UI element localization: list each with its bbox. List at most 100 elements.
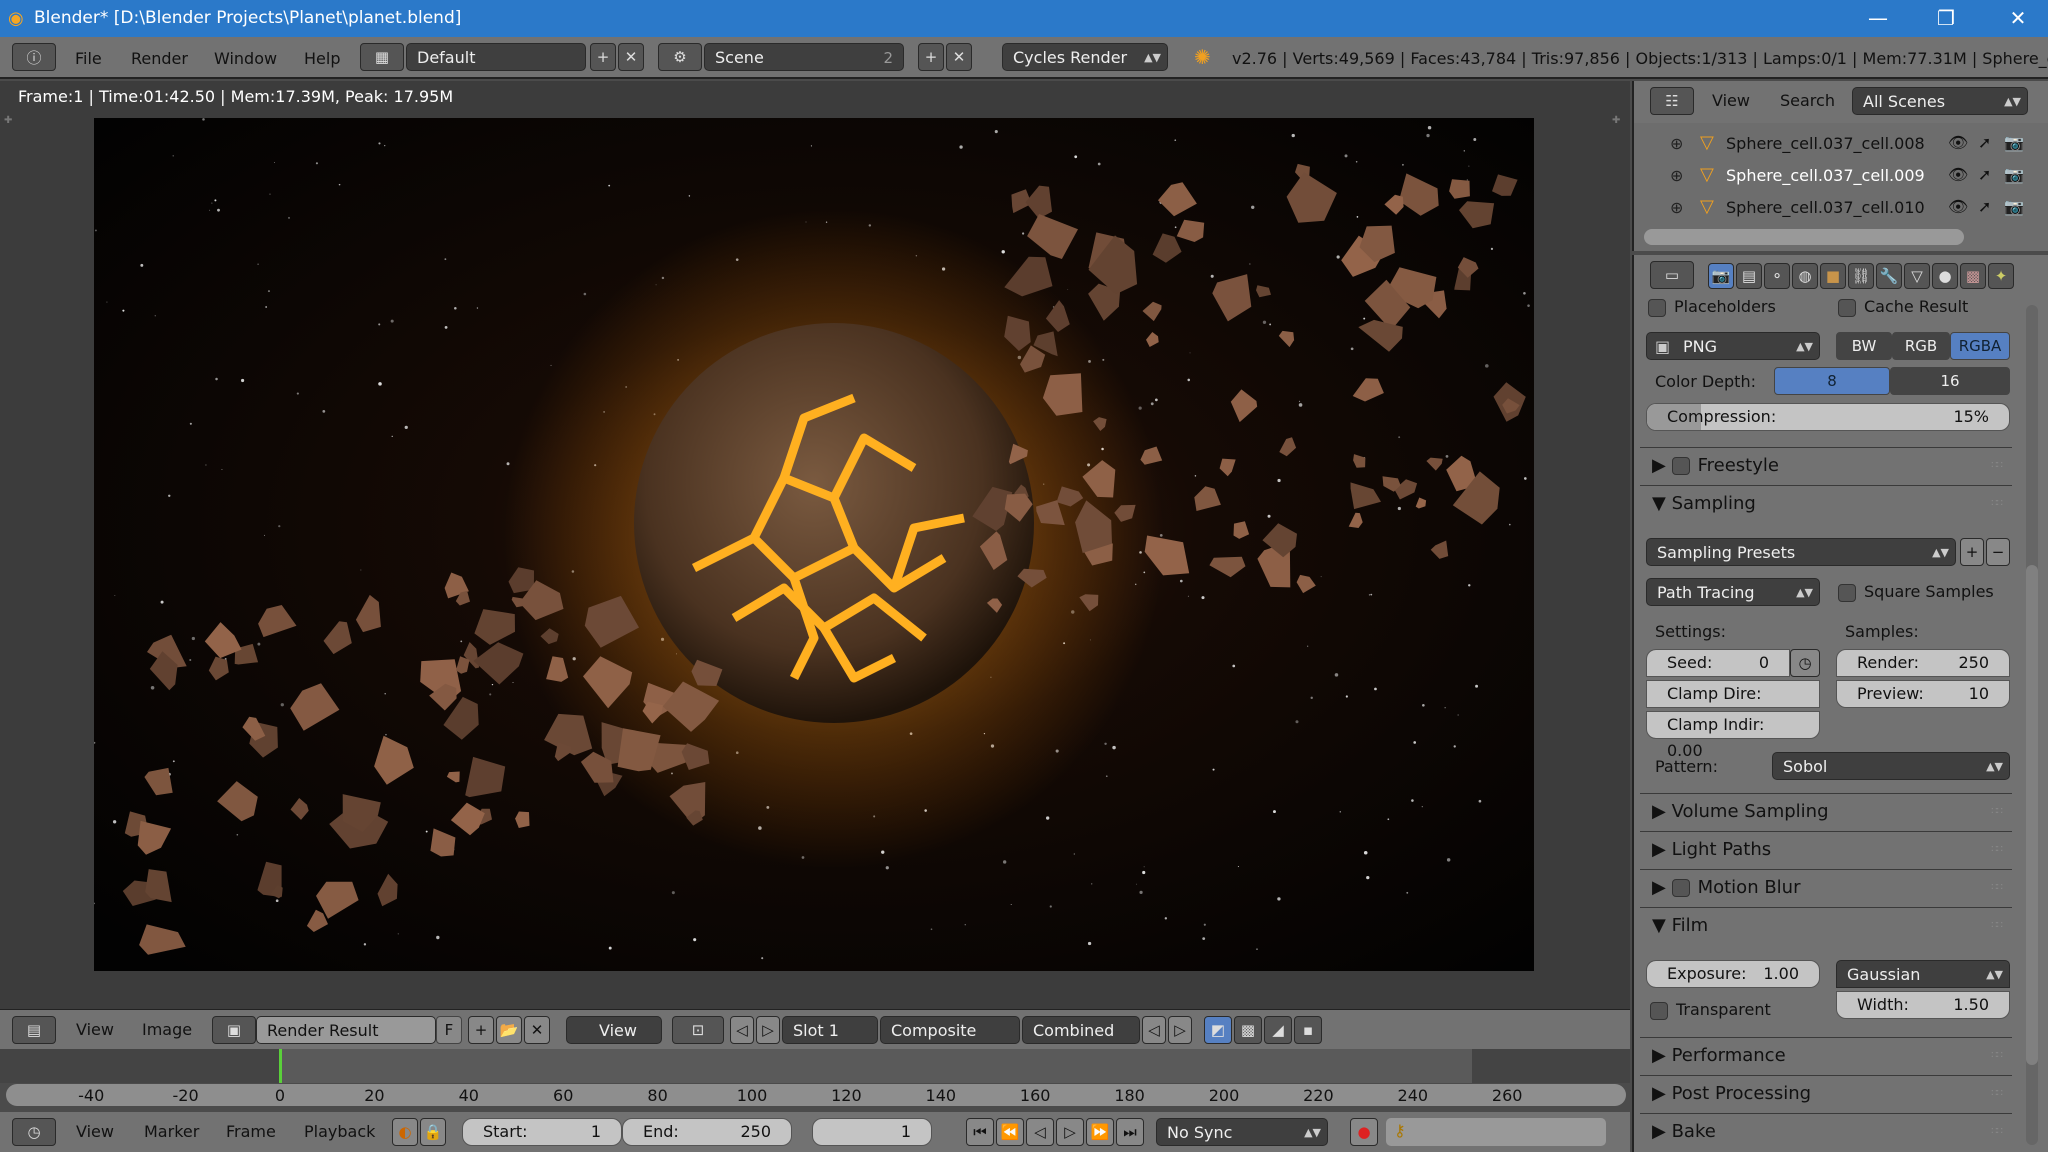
outliner-row[interactable]: ⊕ ▽ Sphere_cell.037_cell.010 👁 ➚ 📷 [1634,193,2034,223]
visibility-eye-icon[interactable]: 👁 [1948,197,1968,216]
bake-panel-header[interactable]: ▶ Bake ∷∷ [1640,1113,2012,1149]
film-panel-header[interactable]: ▼ Film ∷∷ [1640,907,2012,943]
render-layers-tab-icon[interactable]: ▤ [1736,263,1762,289]
renderable-camera-icon[interactable]: 📷 [2004,197,2024,216]
motion-blur-panel-header[interactable]: ▶ Motion Blur ∷∷ [1640,869,2012,905]
particles-tab-icon[interactable]: ✦ [1988,263,2014,289]
texture-tab-icon[interactable]: ▩ [1960,263,1986,289]
color-mode-rgba[interactable]: RGBA [1950,332,2010,360]
material-tab-icon[interactable]: ● [1932,263,1958,289]
open-image-icon[interactable]: 📂 [496,1016,522,1044]
sync-mode-select[interactable]: No Sync ▲▼ [1156,1118,1328,1146]
screen-layout-icon[interactable]: ▦ [360,43,404,71]
exposure-field[interactable]: Exposure: 1.00 [1646,960,1820,988]
pattern-select[interactable]: Sobol ▲▼ [1772,752,2010,780]
selectable-cursor-icon[interactable]: ➚ [1978,133,1991,152]
animated-seed-clock-icon[interactable]: ◷ [1790,649,1820,677]
file-format-select[interactable]: ▣ PNG ▲▼ [1646,332,1820,360]
outliner-row[interactable]: ⊕ ▽ Sphere_cell.037_cell.009 👁 ➚ 📷 [1634,161,2034,191]
menu-frame[interactable]: Frame [226,1122,276,1141]
lock-icon[interactable]: 🔒 [420,1118,446,1146]
scene-tab-icon[interactable]: ⚬ [1764,263,1790,289]
outliner-type-icon[interactable]: ☷ [1650,87,1694,115]
transparent-checkbox[interactable]: Transparent [1650,1000,1771,1020]
clamp-indirect-field[interactable]: Clamp Indir: 0.00 [1646,711,1820,760]
color-depth-16[interactable]: 16 [1890,367,2010,395]
modifiers-tab-icon[interactable]: 🔧 [1876,263,1902,289]
world-tab-icon[interactable]: ◍ [1792,263,1818,289]
outliner-h-scrollbar[interactable] [1644,229,1964,245]
jump-end-icon[interactable]: ⏭ [1116,1118,1144,1146]
menu-view[interactable]: View [76,1020,114,1039]
info-editor-type-icon[interactable]: ⓘ [12,43,56,71]
menu-marker[interactable]: Marker [144,1122,199,1141]
image-browse-icon[interactable]: ▣ [212,1016,256,1044]
render-engine-select[interactable]: Cycles Render ▲▼ [1002,43,1168,71]
performance-panel-header[interactable]: ▶ Performance ∷∷ [1640,1037,2012,1073]
selectable-cursor-icon[interactable]: ➚ [1978,165,1991,184]
render-tab-camera-icon[interactable]: 📷 [1708,263,1734,289]
menu-window[interactable]: Window [214,49,277,68]
record-icon[interactable]: ● [1350,1118,1378,1146]
pivot-icon[interactable]: ⊡ [672,1016,724,1044]
new-image-icon[interactable]: + [468,1016,494,1044]
menu-playback[interactable]: Playback [304,1122,375,1141]
end-frame-field[interactable]: End: 250 [622,1118,792,1146]
region-toggle-icon-right[interactable]: ✚ [1612,115,1620,126]
draw-checker-icon[interactable]: ▩ [1234,1016,1262,1044]
minimize-button[interactable]: — [1848,0,1908,37]
add-layout-icon[interactable]: + [590,43,616,71]
prev-pass-icon[interactable]: ◁ [1142,1016,1166,1044]
object-tab-icon[interactable]: ■ [1820,263,1846,289]
visibility-eye-icon[interactable]: 👁 [1948,165,1968,184]
slot-select[interactable]: Slot 1 [782,1016,878,1044]
scene-icon[interactable]: ⚙ [658,43,702,71]
outliner-search-menu[interactable]: Search [1780,91,1835,110]
outliner-row[interactable]: ⊕ ▽ Sphere_cell.037_cell.008 👁 ➚ 📷 [1634,129,2034,159]
placeholders-checkbox[interactable]: Placeholders [1648,297,1776,317]
sampling-presets-select[interactable]: Sampling Presets ▲▼ [1646,538,1956,566]
post-processing-panel-header[interactable]: ▶ Post Processing ∷∷ [1640,1075,2012,1111]
data-tab-icon[interactable]: ▽ [1904,263,1930,289]
play-icon[interactable]: ▷ [1056,1118,1084,1146]
current-frame-field[interactable]: 1 [812,1118,932,1146]
integrator-select[interactable]: Path Tracing ▲▼ [1646,578,1820,606]
screen-layout-select[interactable]: Default [406,43,586,71]
outliner-view-menu[interactable]: View [1712,91,1750,110]
filter-type-select[interactable]: Gaussian ▲▼ [1836,960,2010,988]
expand-icon[interactable]: ⊕ [1670,166,1683,185]
expand-icon[interactable]: ⊕ [1670,134,1683,153]
menu-image[interactable]: Image [142,1020,192,1039]
seed-field[interactable]: Seed: 0 [1646,649,1790,677]
scene-select[interactable]: Scene 2 [704,43,904,71]
expand-icon[interactable]: ⊕ [1670,198,1683,217]
draw-alpha-icon[interactable]: ◢ [1264,1016,1292,1044]
remove-scene-icon[interactable]: ✕ [946,43,972,71]
light-paths-panel-header[interactable]: ▶ Light Paths ∷∷ [1640,831,2012,867]
editor-type-icon[interactable]: ▤ [12,1016,56,1044]
current-frame-marker[interactable] [279,1049,282,1083]
unlink-image-icon[interactable]: ✕ [524,1016,550,1044]
start-frame-field[interactable]: Start: 1 [462,1118,622,1146]
properties-scrollbar[interactable] [2026,305,2038,1145]
preview-samples-field[interactable]: Preview: 10 [1836,680,2010,708]
region-toggle-icon[interactable]: ✚ [4,115,12,126]
freestyle-panel-header[interactable]: ▶ Freestyle ∷∷ [1640,447,2012,483]
jump-keyframe-back-icon[interactable]: ⏪ [996,1118,1024,1146]
renderable-camera-icon[interactable]: 📷 [2004,165,2024,184]
color-mode-rgb[interactable]: RGB [1892,332,1950,360]
play-reverse-icon[interactable]: ◁ [1026,1118,1054,1146]
image-name-field[interactable]: Render Result [256,1016,436,1044]
selectable-cursor-icon[interactable]: ➚ [1978,197,1991,216]
timeline-ruler[interactable] [6,1084,1626,1106]
keying-set-field[interactable]: ⚷ [1386,1118,1606,1146]
outliner-filter-select[interactable]: All Scenes ▲▼ [1852,87,2028,115]
timeline-track[interactable] [0,1049,1630,1083]
fake-user-button[interactable]: F [436,1016,462,1044]
view-mode-select[interactable]: View [566,1016,662,1044]
preview-range-icon[interactable]: ◐ [392,1118,418,1146]
timeline-editor-type-icon[interactable]: ◷ [12,1118,56,1146]
next-pass-icon[interactable]: ▷ [1168,1016,1192,1044]
volume-sampling-panel-header[interactable]: ▶ Volume Sampling ∷∷ [1640,793,2012,829]
next-slot-icon[interactable]: ▷ [756,1016,780,1044]
